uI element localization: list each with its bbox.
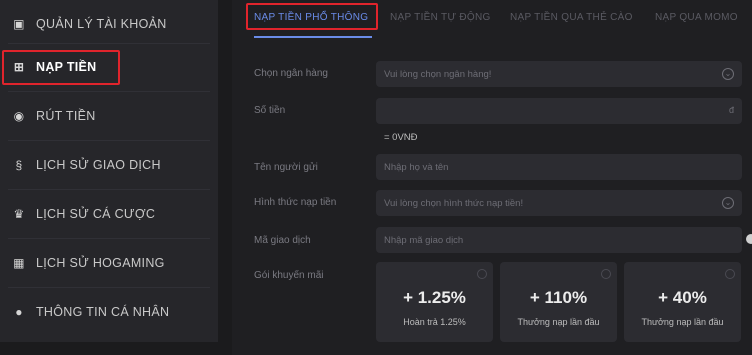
sidebar-item-account[interactable]: ▣ QUẢN LÝ TÀI KHOẢN [0,0,218,48]
sidebar-item-hogaming-history[interactable]: ▦ LỊCH SỬ HOGAMING [0,239,218,287]
profile-info-icon: ● [15,305,23,319]
promo-radio[interactable] [725,269,735,279]
sidebar-item-bet-history[interactable]: ♛ LỊCH SỬ CÁ CƯỢC [0,190,218,238]
promo-card[interactable]: + 110% Thưởng nạp lần đầu [500,262,617,342]
promo-description: Thưởng nạp lần đầu [641,317,724,327]
bet-history-icon: ♛ [13,207,25,221]
method-select-placeholder: Vui lòng chọn hình thức nạp tiền! [384,197,524,209]
sidebar-item-withdraw[interactable]: ◉ RÚT TIỀN [0,92,218,140]
sidebar-item-label: LỊCH SỬ GIAO DỊCH [36,158,161,172]
amount-conversion: = 0VNĐ [384,132,418,143]
currency-unit: đ [728,105,734,115]
tab-momo-deposit[interactable]: NẠP QUA MOMO [655,6,738,28]
sidebar-item-label: THÔNG TIN CÁ NHÂN [36,305,170,319]
bank-label: Chọn ngân hàng [254,68,328,79]
chevron-down-icon: ⌄ [722,68,734,80]
withdraw-icon: ◉ [13,109,25,123]
sidebar-item-label: QUẢN LÝ TÀI KHOẢN [36,17,167,31]
sender-name-placeholder: Nhập họ và tên [384,161,449,173]
promo-percent: + 40% [658,288,707,307]
hogaming-history-icon: ▦ [13,256,25,270]
method-select[interactable]: Vui lòng chọn hình thức nạp tiền! ⌄ [376,190,742,216]
sender-name-input[interactable]: Nhập họ và tên [376,154,742,180]
sidebar-item-profile[interactable]: ● THÔNG TIN CÁ NHÂN [0,288,218,336]
transaction-code-placeholder: Nhập mã giao dịch [384,234,464,246]
sidebar-item-label: LỊCH SỬ HOGAMING [36,256,165,270]
amount-input[interactable]: đ [376,98,742,124]
transaction-code-label: Mã giao dịch [254,235,311,246]
tab-card-deposit[interactable]: NẠP TIỀN QUA THẺ CÀO [510,6,633,28]
promo-card[interactable]: + 40% Thưởng nạp lần đầu [624,262,741,342]
promo-percent: + 110% [529,288,588,307]
active-tab-underline [254,36,372,38]
amount-label: Số tiền [254,105,286,116]
tab-highlight-box [246,3,378,30]
transaction-code-input[interactable]: Nhập mã giao dịch [376,227,742,253]
chevron-down-icon: ⌄ [722,197,734,209]
user-card-icon: ▣ [13,17,25,31]
promo-radio[interactable] [477,269,487,279]
info-icon[interactable] [746,234,752,244]
sidebar-item-label: LỊCH SỬ CÁ CƯỢC [36,207,156,221]
sidebar-item-transaction-history[interactable]: § LỊCH SỬ GIAO DỊCH [0,141,218,189]
transaction-history-icon: § [15,158,23,172]
promo-description: Thưởng nạp lần đầu [517,317,600,327]
deposit-highlight-box [2,50,120,85]
promo-percent: + 1.25% [403,288,466,307]
promo-radio[interactable] [601,269,611,279]
promo-label: Gói khuyến mãi [254,270,324,281]
tab-auto-deposit[interactable]: NẠP TIỀN TỰ ĐỘNG [390,6,491,28]
promo-card[interactable]: + 1.25% Hoàn trả 1.25% [376,262,493,342]
sender-label: Tên người gửi [254,162,318,173]
promo-description: Hoàn trả 1.25% [403,317,466,327]
bank-select[interactable]: Vui lòng chọn ngân hàng! ⌄ [376,61,742,87]
bank-select-placeholder: Vui lòng chọn ngân hàng! [384,68,492,80]
deposit-panel: NẠP TIỀN PHỔ THÔNG NẠP TIỀN TỰ ĐỘNG NẠP … [232,0,752,355]
sidebar-item-label: RÚT TIỀN [36,109,96,123]
method-label: Hình thức nạp tiền [254,197,337,208]
